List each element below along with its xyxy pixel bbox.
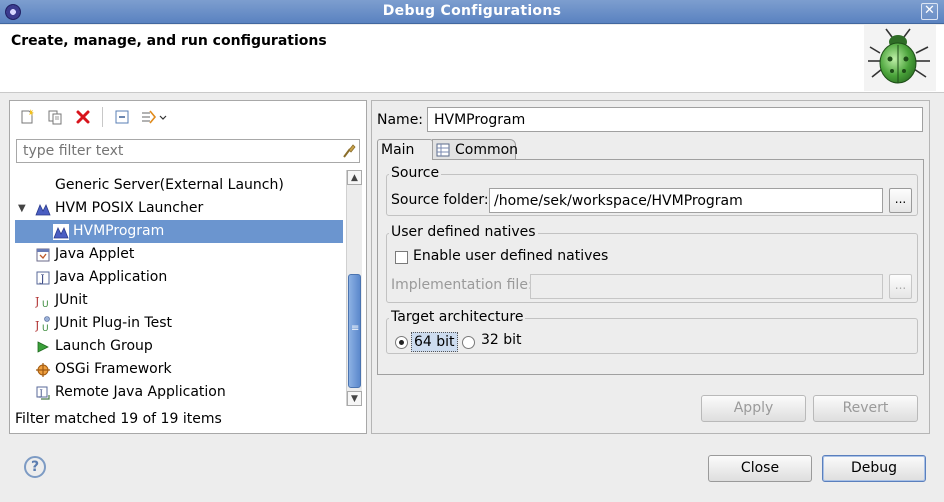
- toolbar-separator: [102, 107, 103, 127]
- tree-item-label: OSGi Framework: [55, 361, 172, 377]
- delete-button[interactable]: [72, 106, 94, 128]
- duplicate-icon: [48, 110, 62, 125]
- source-group-title: Source: [389, 165, 442, 181]
- source-group: Source Source folder: ...: [386, 165, 918, 216]
- window-title: Debug Configurations: [382, 3, 562, 19]
- svg-text:J: J: [40, 274, 45, 285]
- launch-group-icon: [37, 341, 49, 353]
- target-architecture-group-title: Target architecture: [389, 309, 526, 325]
- hvm-program-icon: [53, 224, 69, 240]
- arch-32bit-radio[interactable]: [462, 336, 475, 349]
- tree-item-label: HVMProgram: [73, 223, 165, 239]
- remote-java-icon: J: [36, 386, 50, 400]
- filter-input[interactable]: [16, 139, 360, 163]
- tree-item-label: Generic Server(External Launch): [55, 177, 284, 193]
- close-button[interactable]: Close: [708, 455, 812, 482]
- duplicate-button[interactable]: [44, 106, 66, 128]
- name-label: Name:: [377, 112, 424, 128]
- configurations-toolbar: [16, 106, 169, 128]
- source-folder-label: Source folder:: [391, 192, 489, 208]
- new-config-button[interactable]: [16, 106, 38, 128]
- scroll-thumb[interactable]: [348, 274, 361, 388]
- filter-dropdown-icon: [142, 110, 167, 124]
- user-natives-group: User defined natives Enable user defined…: [386, 224, 918, 303]
- tree-item-label: JUnit Plug-in Test: [55, 315, 173, 331]
- osgi-framework-icon: [36, 363, 50, 377]
- svg-text:J: J: [35, 319, 39, 332]
- collapse-all-icon: [115, 110, 129, 124]
- configurations-panel: Generic Server(External Launch) ▼ HVM PO…: [9, 100, 367, 434]
- tree-item-osgi-framework[interactable]: OSGi Framework: [15, 358, 343, 381]
- tree-item-java-applet[interactable]: Java Applet: [15, 243, 343, 266]
- tab-common[interactable]: Common: [432, 139, 519, 160]
- hvm-launcher-icon: [35, 204, 51, 216]
- tree-item-generic-server[interactable]: Generic Server(External Launch): [15, 174, 343, 197]
- clear-filter-icon[interactable]: [340, 143, 356, 159]
- tree-item-remote-java-application[interactable]: J Remote Java Application: [15, 381, 343, 404]
- svg-text:J: J: [35, 295, 39, 308]
- enable-natives-checkbox[interactable]: [395, 251, 408, 264]
- dialog-heading: Create, manage, and run configurations: [11, 33, 327, 49]
- implementation-file-field[interactable]: [530, 274, 883, 299]
- scroll-up-arrow-icon[interactable]: ▲: [347, 170, 362, 185]
- window-close-button[interactable]: ✕: [921, 3, 938, 20]
- dialog-header: Create, manage, and run configurations: [0, 25, 944, 93]
- name-field[interactable]: [427, 107, 923, 132]
- source-folder-field[interactable]: [489, 188, 883, 213]
- svg-text:U: U: [42, 324, 49, 332]
- arch-32bit-label: 32 bit: [481, 332, 522, 348]
- user-natives-group-title: User defined natives: [389, 224, 538, 240]
- collapse-all-button[interactable]: [111, 106, 133, 128]
- tab-common-label: Common: [455, 142, 519, 158]
- delete-icon: [76, 110, 90, 124]
- debug-button[interactable]: Debug: [822, 455, 926, 482]
- svg-text:J: J: [39, 389, 43, 398]
- tree-item-label: HVM POSIX Launcher: [55, 200, 204, 216]
- tab-main[interactable]: Main: [377, 139, 433, 160]
- title-bar: Debug Configurations ✕: [0, 0, 944, 24]
- expanded-arrow-icon[interactable]: ▼: [18, 197, 26, 220]
- main-tab-content: Source Source folder: ... User defined n…: [377, 159, 924, 375]
- filter-dropdown-button[interactable]: [139, 106, 169, 128]
- java-application-icon: J: [36, 271, 50, 285]
- tree-item-label: Java Application: [55, 269, 168, 285]
- implementation-file-label: Implementation file:: [391, 277, 533, 293]
- help-button[interactable]: ?: [24, 456, 46, 478]
- tree-item-junit-plugin-test[interactable]: J U JUnit Plug-in Test: [15, 312, 343, 335]
- configuration-editor: Name: Common Main Source Source folder: …: [371, 100, 930, 434]
- implementation-file-browse-button[interactable]: ...: [889, 274, 912, 299]
- apply-button[interactable]: Apply: [701, 395, 806, 422]
- revert-button[interactable]: Revert: [813, 395, 918, 422]
- java-applet-icon: [36, 248, 50, 262]
- tree-item-junit[interactable]: J U JUnit: [15, 289, 343, 312]
- tree-item-label: Java Applet: [55, 246, 135, 262]
- tree-item-label: Remote Java Application: [55, 384, 226, 400]
- filter-status: Filter matched 19 of 19 items: [15, 411, 222, 427]
- scroll-down-arrow-icon[interactable]: ▼: [347, 391, 362, 406]
- tree-item-java-application[interactable]: J Java Application: [15, 266, 343, 289]
- tree-item-hvm-posix-launcher[interactable]: ▼ HVM POSIX Launcher: [15, 197, 343, 220]
- enable-natives-label: Enable user defined natives: [413, 248, 609, 264]
- arch-64bit-radio[interactable]: [395, 336, 408, 349]
- junit-plugin-icon: J U: [35, 316, 50, 332]
- junit-icon: J U: [35, 295, 49, 309]
- target-architecture-group: Target architecture 64 bit 32 bit: [386, 309, 918, 354]
- tree-item-label: Launch Group: [55, 338, 153, 354]
- common-tab-icon: [436, 143, 450, 157]
- configurations-tree: Generic Server(External Launch) ▼ HVM PO…: [15, 174, 343, 410]
- bug-icon: [864, 25, 936, 91]
- tree-scrollbar[interactable]: ▲ ▼: [346, 170, 362, 406]
- tree-item-label: JUnit: [55, 292, 88, 308]
- tree-item-launch-group[interactable]: Launch Group: [15, 335, 343, 358]
- arch-64bit-label: 64 bit: [411, 332, 458, 352]
- tab-main-label: Main: [381, 142, 415, 158]
- svg-text:U: U: [42, 300, 49, 309]
- tree-item-hvmprogram[interactable]: HVMProgram: [15, 220, 343, 243]
- new-config-icon: [21, 109, 34, 124]
- source-folder-browse-button[interactable]: ...: [889, 188, 912, 213]
